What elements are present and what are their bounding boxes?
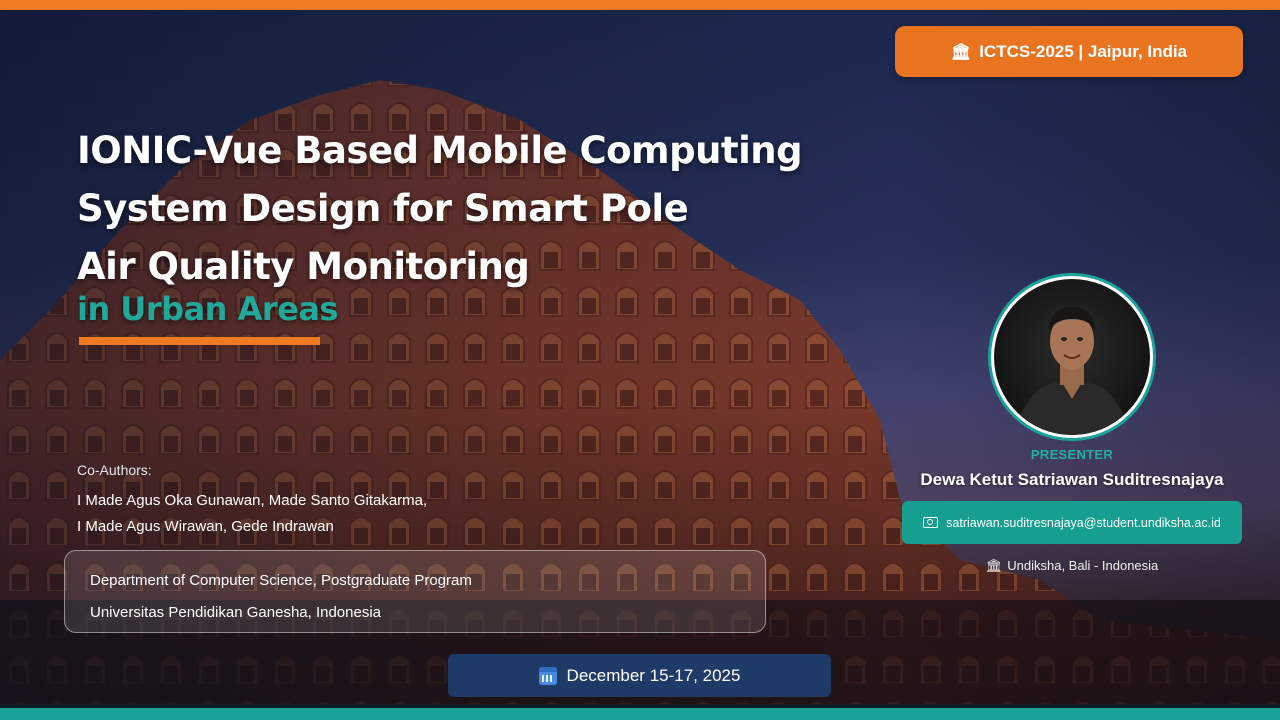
institution-icon: 🏛 (950, 43, 972, 61)
calendar-icon (538, 666, 557, 685)
avatar (994, 279, 1150, 435)
institution-label: Undiksha, Bali - Indonesia (1007, 558, 1159, 573)
date-label: December 15-17, 2025 (566, 665, 741, 685)
presenter-email-badge[interactable]: satriawan.suditresnajaya@student.undiksh… (902, 501, 1242, 544)
date-badge: December 15-17, 2025 (448, 654, 831, 697)
bottom-accent-bar (0, 708, 1280, 720)
presenter-label: PRESENTER (1030, 447, 1114, 462)
id-card-icon (923, 517, 939, 528)
coauthors-line-2: I Made Agus Wirawan, Gede Indrawan (77, 518, 334, 535)
presenter-photo (1014, 307, 1130, 435)
presenter-institution: 🏛 Undiksha, Bali - Indonesia (986, 558, 1159, 574)
affiliation-line-2: Universitas Pendidikan Ganesha, Indonesi… (90, 604, 382, 621)
slide-title: IONIC-Vue Based Mobile Computing System … (77, 122, 837, 296)
title-line-3: Air Quality Monitoring (77, 245, 530, 288)
top-accent-bar (0, 0, 1280, 10)
slide-subtitle: in Urban Areas (77, 290, 338, 328)
affiliation-box: Department of Computer Science, Postgrad… (64, 550, 766, 633)
affiliation-line-1: Department of Computer Science, Postgrad… (90, 572, 472, 589)
coauthors-label: Co-Authors: (77, 462, 152, 478)
title-line-1: IONIC-Vue Based Mobile Computing (77, 129, 803, 172)
presenter-avatar-frame (991, 276, 1153, 438)
institution-icon: 🏛 (985, 558, 1003, 573)
coauthors-line-1: I Made Agus Oka Gunawan, Made Santo Gita… (77, 492, 428, 509)
presenter-name: Dewa Ketut Satriawan Suditresnajaya (920, 470, 1224, 489)
title-line-2: System Design for Smart Pole (77, 187, 689, 230)
coauthors-list: I Made Agus Oka Gunawan, Made Santo Gita… (77, 488, 427, 540)
conference-badge: 🏛 ICTCS-2025 | Jaipur, India (895, 26, 1243, 77)
title-underline (79, 337, 320, 345)
conference-label: ICTCS-2025 | Jaipur, India (979, 41, 1188, 61)
presenter-email: satriawan.suditresnajaya@student.undiksh… (946, 515, 1221, 530)
